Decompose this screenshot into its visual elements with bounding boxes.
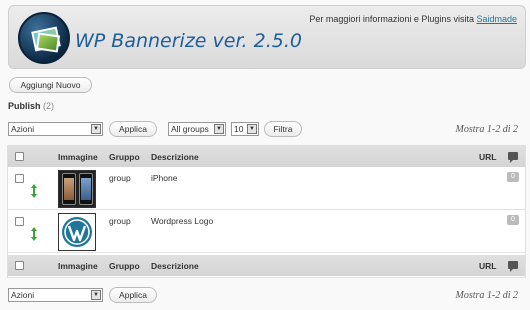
column-group[interactable]: Gruppo xyxy=(109,152,140,162)
add-new-button[interactable]: Aggiungi Nuovo xyxy=(9,77,92,93)
table-row[interactable]: group Wordpress Logo 0 xyxy=(8,210,525,253)
column-group[interactable]: Gruppo xyxy=(109,261,140,271)
banner-table: Immagine Gruppo Descrizione URL group iP… xyxy=(7,145,526,278)
bannerize-logo-icon xyxy=(18,12,70,64)
row-group: group xyxy=(109,173,131,183)
apply-button[interactable]: Applica xyxy=(109,121,157,137)
column-description[interactable]: Descrizione xyxy=(151,261,199,271)
chevron-down-icon: ▼ xyxy=(247,124,257,134)
table-footer: Immagine Gruppo Descrizione URL xyxy=(8,255,525,276)
iphone-banner-thumbnail[interactable] xyxy=(58,170,96,208)
select-all-checkbox[interactable] xyxy=(15,261,24,270)
comment-count-badge[interactable]: 0 xyxy=(507,172,519,182)
chevron-down-icon: ▼ xyxy=(91,124,101,134)
per-page-value: 10 xyxy=(234,124,244,134)
pagination-info-bottom: Mostra 1-2 di 2 xyxy=(455,290,519,301)
select-all-checkbox[interactable] xyxy=(15,152,24,161)
column-image[interactable]: Immagine xyxy=(58,261,98,271)
drag-handle-icon[interactable] xyxy=(31,227,37,241)
row-group: group xyxy=(109,216,131,226)
group-filter-value: All groups xyxy=(171,124,209,134)
comments-icon xyxy=(508,261,518,272)
chevron-down-icon: ▼ xyxy=(214,124,224,134)
publish-count: (2) xyxy=(43,101,55,111)
publish-status[interactable]: Publish (2) xyxy=(8,101,54,111)
table-row[interactable]: group iPhone 0 xyxy=(8,167,525,210)
chevron-down-icon: ▼ xyxy=(91,290,101,300)
bulk-action-value: Azioni xyxy=(11,124,35,134)
info-label: Per maggiori informazioni e Plugins visi… xyxy=(309,14,474,24)
bulk-action-select-bottom[interactable]: Azioni ▼ xyxy=(8,288,103,302)
comments-icon xyxy=(508,152,518,163)
wordpress-logo-thumbnail[interactable] xyxy=(58,213,96,251)
pagination-info: Mostra 1-2 di 2 xyxy=(455,124,519,135)
comment-count-badge[interactable]: 0 xyxy=(507,215,519,225)
row-checkbox[interactable] xyxy=(15,174,24,183)
bulk-action-select[interactable]: Azioni ▼ xyxy=(8,122,103,136)
row-checkbox[interactable] xyxy=(15,217,24,226)
column-image[interactable]: Immagine xyxy=(58,152,98,162)
row-description: iPhone xyxy=(151,173,178,183)
filter-button[interactable]: Filtra xyxy=(264,121,302,137)
saidmade-link[interactable]: Saidmade xyxy=(476,14,517,24)
wordpress-logo-icon xyxy=(62,217,92,247)
column-url[interactable]: URL xyxy=(479,261,496,271)
drag-handle-icon[interactable] xyxy=(31,184,37,198)
plugin-header: WP Bannerize ver. 2.5.0 Per maggiori inf… xyxy=(8,5,526,69)
publish-label: Publish xyxy=(8,101,41,111)
row-description: Wordpress Logo xyxy=(151,216,214,226)
apply-button-bottom[interactable]: Applica xyxy=(109,287,157,303)
page-title: WP Bannerize ver. 2.5.0 xyxy=(75,30,302,52)
info-text: Per maggiori informazioni e Plugins visi… xyxy=(309,14,517,24)
per-page-select[interactable]: 10 ▼ xyxy=(231,122,259,136)
table-header: Immagine Gruppo Descrizione URL xyxy=(8,146,525,167)
column-description[interactable]: Descrizione xyxy=(151,152,199,162)
column-url[interactable]: URL xyxy=(479,152,496,162)
bulk-action-value: Azioni xyxy=(11,290,35,300)
group-filter-select[interactable]: All groups ▼ xyxy=(168,122,226,136)
